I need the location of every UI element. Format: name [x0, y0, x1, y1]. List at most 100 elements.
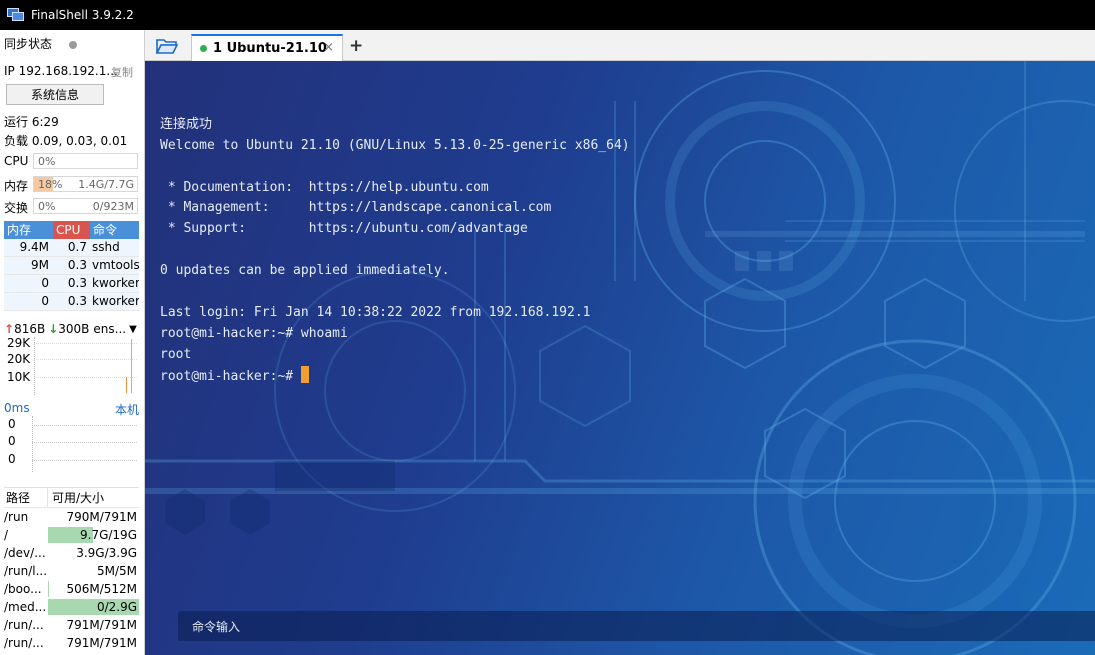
- terminal-line: root: [160, 346, 192, 362]
- disk-size: 790M/791M: [48, 508, 139, 526]
- title-bar: FinalShell 3.9.2.2: [0, 0, 1095, 30]
- process-cpu: 0.7: [67, 240, 87, 254]
- tab-ubuntu-21-10[interactable]: 1 Ubuntu-21.10 ×: [191, 34, 343, 61]
- ip-address: IP 192.168.192.1...: [4, 64, 118, 78]
- swap-amount: 0/923M: [92, 200, 134, 213]
- table-row[interactable]: /run/... 791M/791M: [4, 616, 139, 634]
- disk-size-text: 9.7G/19G: [80, 528, 137, 542]
- table-row[interactable]: 9M 0.3 vmtools: [4, 257, 139, 275]
- network-chart: 29K 20K 10K: [4, 336, 139, 395]
- window-title: FinalShell 3.9.2.2: [31, 8, 134, 22]
- disk-size-text: 506M/512M: [66, 582, 137, 596]
- terminal-cursor: [300, 365, 309, 383]
- connection-status-icon: [200, 45, 207, 52]
- swap-meter: 0% 0/923M: [33, 198, 138, 214]
- table-row[interactable]: 9.4M 0.7 sshd: [4, 239, 139, 257]
- ping-y-label: 0: [8, 417, 16, 431]
- folder-open-icon[interactable]: [155, 36, 179, 56]
- copy-ip-link[interactable]: 复制: [111, 64, 133, 80]
- interface-dropdown-icon[interactable]: ▼: [129, 324, 137, 335]
- terminal-line: 0 updates can be applied immediately.: [160, 263, 450, 279]
- upload-arrow-icon: ↑: [4, 322, 15, 336]
- ping-y-label: 0: [8, 452, 16, 466]
- terminal-output: 连接成功 Welcome to Ubuntu 21.10 (GNU/Linux 5…: [160, 73, 630, 429]
- net-download-spike: [131, 339, 132, 393]
- finalshell-app-icon: [7, 8, 25, 22]
- disk-size: 791M/791M: [48, 616, 139, 634]
- swap-label: 交换: [4, 201, 29, 215]
- column-header-cpu[interactable]: CPU: [53, 221, 90, 239]
- disk-path: /dev/...: [4, 546, 46, 560]
- command-input[interactable]: 命令输入: [178, 611, 1095, 641]
- table-row[interactable]: /med... 0/2.9G: [4, 598, 139, 616]
- column-header-size[interactable]: 可用/大小: [48, 488, 139, 507]
- terminal-line: * Management: https://landscape.canonica…: [160, 200, 552, 216]
- process-table: 内存 CPU 命令 9.4M 0.7 sshd 9M 0.3 vmtools 0…: [4, 221, 139, 311]
- process-table-header: 内存 CPU 命令: [4, 221, 139, 239]
- column-header-command[interactable]: 命令: [90, 221, 139, 239]
- mem-percent: 18%: [38, 178, 63, 191]
- ping-chart: 0 0 0: [4, 416, 139, 472]
- disk-size: 791M/791M: [48, 634, 139, 652]
- disk-path: /run/...: [4, 618, 44, 632]
- disk-size-text: 5M/5M: [96, 564, 137, 578]
- column-header-path[interactable]: 路径: [4, 488, 48, 507]
- table-row[interactable]: / 9.7G/19G: [4, 526, 139, 544]
- mem-amount: 1.4G/7.7G: [78, 178, 134, 191]
- process-mem: 0: [41, 294, 49, 308]
- sync-status-indicator-icon: [69, 41, 77, 49]
- process-cpu: 0.3: [67, 294, 87, 308]
- system-info-button[interactable]: 系统信息: [6, 84, 104, 105]
- terminal-prompt: root@mi-hacker:~#: [160, 368, 301, 384]
- process-mem: 9.4M: [19, 240, 49, 254]
- mem-label: 内存: [4, 179, 29, 193]
- sidebar: 同步状态 IP 192.168.192.1... 复制 系统信息 运行 6:29…: [0, 30, 145, 655]
- process-command: sshd: [92, 240, 120, 254]
- process-mem: 9M: [31, 258, 49, 272]
- disk-size-text: 791M/791M: [66, 618, 137, 632]
- tab-label: 1 Ubuntu-21.10: [213, 41, 327, 56]
- terminal-line: Last login: Fri Jan 14 10:38:22 2022 fro…: [160, 304, 591, 320]
- disk-size: 506M/512M: [48, 580, 139, 598]
- disk-table: 路径 可用/大小 /run 790M/791M / 9.7G/19G/dev/... 3…: [4, 487, 139, 652]
- tab-bar: 1 Ubuntu-21.10 × +: [145, 30, 1095, 61]
- terminal-line: Welcome to Ubuntu 21.10 (GNU/Linux 5.13.…: [160, 137, 630, 153]
- disk-size-text: 791M/791M: [66, 636, 137, 650]
- net-y-label: 20K: [7, 352, 31, 366]
- ping-latency: 0ms: [4, 401, 30, 415]
- close-tab-icon[interactable]: ×: [323, 40, 334, 55]
- disk-path: /boo...: [4, 582, 42, 596]
- cpu-meter: 0%: [33, 153, 138, 169]
- table-row[interactable]: /dev/... 3.9G/3.9G: [4, 544, 139, 562]
- table-row[interactable]: /run/... 791M/791M: [4, 634, 139, 652]
- net-upload-spike: [126, 377, 127, 393]
- add-tab-icon[interactable]: +: [349, 36, 363, 56]
- mem-meter: 18% 1.4G/7.7G: [33, 176, 138, 192]
- disk-path: /med...: [4, 600, 47, 614]
- cpu-label: CPU: [4, 154, 29, 168]
- disk-table-header: 路径 可用/大小: [4, 488, 139, 508]
- disk-size: 5M/5M: [48, 562, 139, 580]
- table-row[interactable]: 0 0.3 kworker: [4, 275, 139, 293]
- disk-size-text: 0/2.9G: [96, 600, 137, 614]
- table-row[interactable]: /boo... 506M/512M: [4, 580, 139, 598]
- table-row[interactable]: 0 0.3 kworker: [4, 293, 139, 311]
- column-header-mem[interactable]: 内存: [4, 221, 53, 239]
- terminal-line: root@mi-hacker:~# whoami: [160, 325, 348, 341]
- process-cpu: 0.3: [67, 258, 87, 272]
- table-row[interactable]: /run/l... 5M/5M: [4, 562, 139, 580]
- disk-size: 3.9G/3.9G: [48, 544, 139, 562]
- load-average: 负载 0.09, 0.03, 0.01: [4, 134, 128, 148]
- terminal-pane[interactable]: 连接成功 Welcome to Ubuntu 21.10 (GNU/Linux 5…: [145, 61, 1095, 655]
- disk-size: 0/2.9G: [48, 598, 139, 616]
- disk-usage-bar: [48, 581, 49, 597]
- disk-size-text: 3.9G/3.9G: [76, 546, 137, 560]
- ping-y-label: 0: [8, 434, 16, 448]
- cpu-percent: 0%: [38, 155, 56, 168]
- swap-percent: 0%: [38, 200, 56, 213]
- sync-status-label: 同步状态: [4, 37, 53, 51]
- download-arrow-icon: ↓: [48, 322, 59, 336]
- table-row[interactable]: /run 790M/791M: [4, 508, 139, 526]
